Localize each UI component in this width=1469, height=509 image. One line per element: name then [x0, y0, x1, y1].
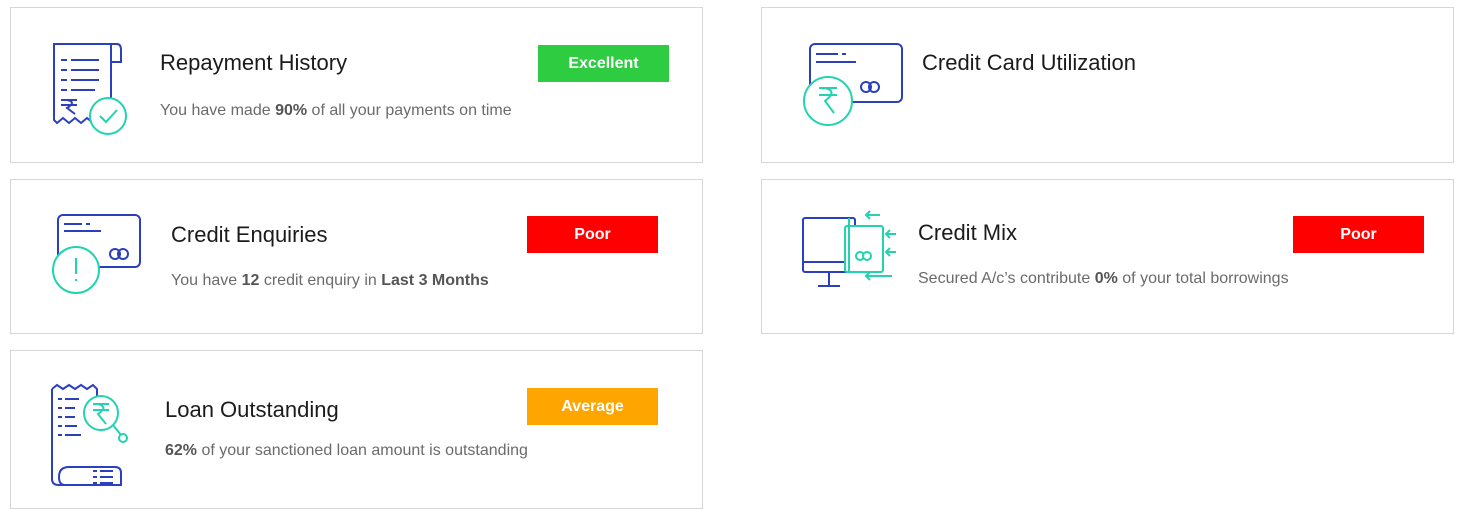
card-title: Credit Enquiries: [171, 222, 328, 247]
card-description: You have made 90% of all your payments o…: [160, 102, 512, 120]
desc-text: You have: [171, 272, 242, 289]
loan-outstanding-card: Loan Outstanding Average 62% of your san…: [10, 350, 703, 509]
desc-text: Secured A/c’s contribute: [918, 270, 1095, 287]
desc-value: 90%: [275, 102, 308, 119]
card-description: You have 12 credit enquiry in Last 3 Mon…: [171, 272, 489, 290]
monitor-card-icon: [802, 210, 896, 287]
desc-value: Last 3 Months: [381, 272, 489, 289]
card-title: Credit Card Utilization: [922, 50, 1136, 75]
desc-value: 12: [241, 272, 260, 289]
desc-text: credit enquiry in: [259, 272, 382, 289]
desc-text: of your sanctioned loan amount is outsta…: [197, 442, 528, 459]
card-rupee-icon: [803, 43, 903, 126]
credit-mix-card: Credit Mix Poor Secured A/c’s contribute…: [761, 179, 1454, 334]
credit-card-utilization-card: Credit Card Utilization: [761, 7, 1454, 163]
credit-enquiries-card: Credit Enquiries Poor You have 12 credit…: [10, 179, 703, 334]
receipt-check-icon: [53, 43, 127, 135]
card-description: 62% of your sanctioned loan amount is ou…: [165, 442, 528, 460]
desc-text: You have made: [160, 102, 276, 119]
card-description: Secured A/c’s contribute 0% of your tota…: [918, 270, 1289, 288]
status-badge: Average: [527, 388, 658, 425]
desc-text: of all your payments on time: [307, 102, 512, 119]
desc-value: 0%: [1094, 270, 1118, 287]
card-title: Credit Mix: [918, 220, 1018, 245]
card-title: Loan Outstanding: [165, 397, 339, 422]
document-search-icon: [51, 383, 128, 486]
status-badge: Poor: [1293, 216, 1424, 253]
card-title: Repayment History: [160, 50, 348, 75]
status-badge: Excellent: [538, 45, 669, 82]
repayment-history-card: Repayment History Excellent You have mad…: [10, 7, 703, 163]
desc-value: 62%: [165, 442, 198, 459]
status-badge: Poor: [527, 216, 658, 253]
desc-text: of your total borrowings: [1117, 270, 1289, 287]
card-alert-icon: [52, 214, 141, 294]
